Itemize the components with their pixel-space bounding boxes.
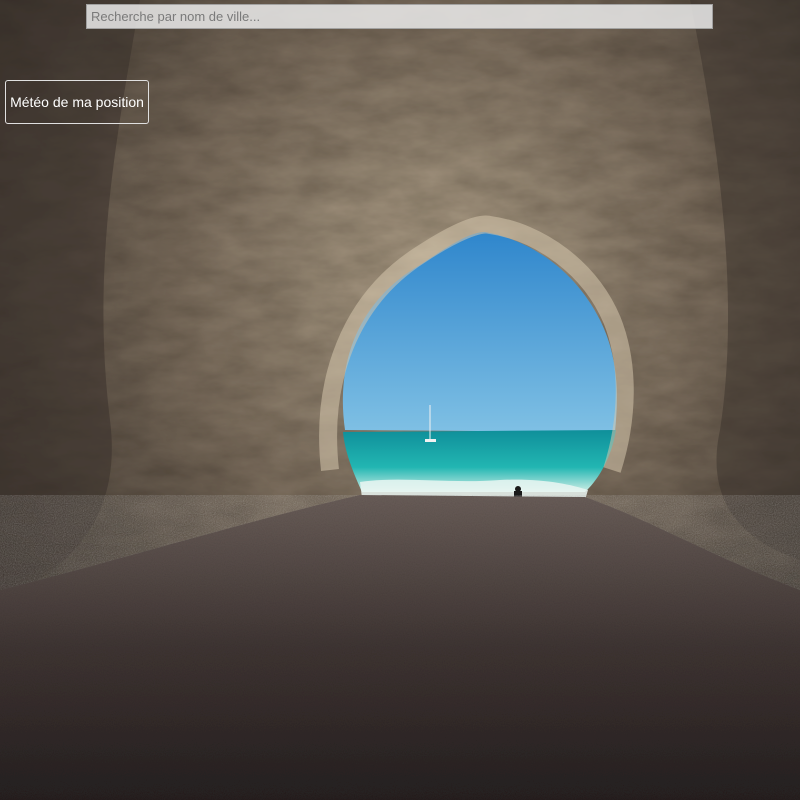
my-location-weather-button[interactable]: Météo de ma position bbox=[5, 80, 149, 124]
city-search-input[interactable] bbox=[86, 4, 713, 29]
